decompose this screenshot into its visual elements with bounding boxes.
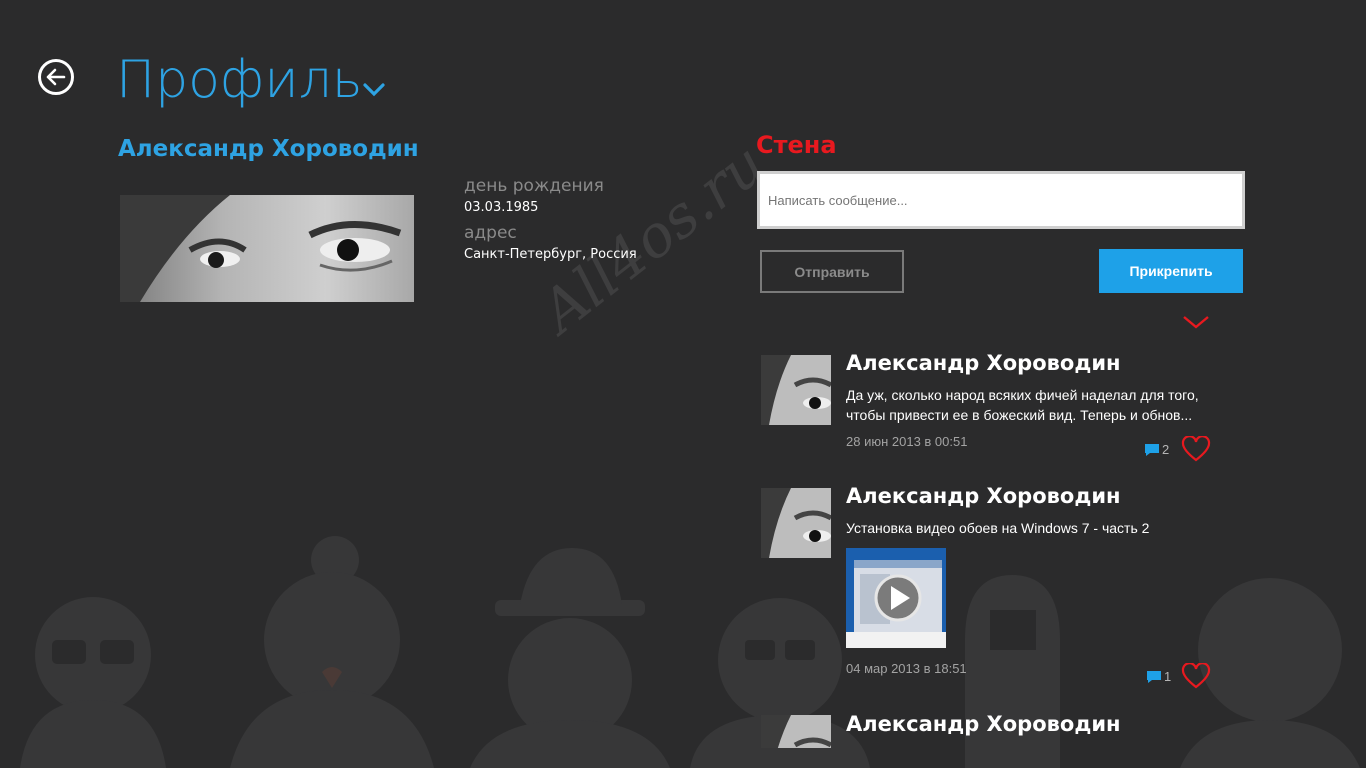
page-title: Профиль [116, 50, 363, 110]
watermark: All4os.ru [528, 129, 778, 346]
send-button[interactable]: Отправить [760, 250, 904, 293]
attach-button[interactable]: Прикрепить [1099, 249, 1243, 293]
avatar[interactable] [761, 715, 831, 748]
comments-button[interactable]: 1 [1146, 669, 1171, 684]
profile-name: Александр Хороводин [118, 136, 419, 162]
video-thumbnail[interactable] [846, 548, 946, 648]
address-label: адрес [464, 223, 517, 243]
post-text: Установка видео обоев на Windows 7 - час… [846, 520, 1150, 536]
avatar[interactable] [761, 488, 831, 558]
wall-post[interactable]: Александр Хороводин [761, 715, 1221, 768]
back-button[interactable] [38, 59, 74, 95]
birthday-label: день рождения [464, 176, 604, 196]
wall-title: Стена [756, 131, 837, 159]
heart-icon[interactable] [1181, 663, 1211, 689]
post-date: 28 июн 2013 в 00:51 [846, 434, 968, 449]
post-author[interactable]: Александр Хороводин [846, 351, 1121, 375]
wall-post[interactable]: Александр Хороводин Установка видео обое… [761, 484, 1221, 698]
post-text: Да уж, сколько народ всяких фичей надела… [846, 387, 1199, 423]
avatar[interactable] [761, 355, 831, 425]
message-input[interactable] [757, 171, 1245, 229]
heart-icon[interactable] [1181, 436, 1211, 462]
birthday-value: 03.03.1985 [464, 200, 539, 215]
post-date: 04 мар 2013 в 18:51 [846, 661, 967, 676]
chevron-down-icon[interactable] [362, 80, 386, 98]
post-author[interactable]: Александр Хороводин [846, 715, 1121, 736]
back-arrow-icon [46, 68, 66, 86]
post-author[interactable]: Александр Хороводин [846, 484, 1121, 508]
comments-count: 2 [1162, 442, 1170, 457]
wall-post[interactable]: Александр Хороводин Да уж, сколько народ… [761, 351, 1221, 465]
comment-icon [1147, 670, 1161, 683]
profile-photo [120, 195, 414, 302]
comments-button[interactable]: 2 [1144, 442, 1169, 457]
comment-icon [1145, 443, 1159, 456]
chevron-down-icon[interactable] [1182, 315, 1210, 329]
comments-count: 1 [1164, 669, 1172, 684]
